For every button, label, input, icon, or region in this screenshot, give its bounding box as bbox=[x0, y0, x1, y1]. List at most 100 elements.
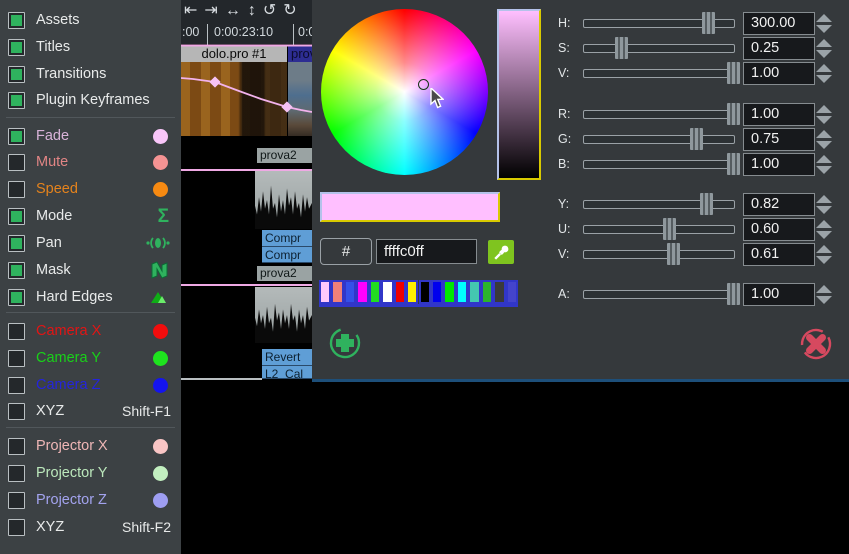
camera-x-checkbox[interactable] bbox=[8, 323, 25, 340]
transitions-checkbox[interactable] bbox=[8, 66, 25, 83]
r-slider[interactable] bbox=[583, 110, 735, 119]
assets-checkbox[interactable] bbox=[8, 12, 25, 29]
v-slider-handle[interactable] bbox=[727, 62, 740, 84]
hue-saturation-wheel[interactable] bbox=[321, 9, 488, 175]
palette-swatch-7[interactable] bbox=[394, 280, 406, 304]
value-gradient-bar[interactable] bbox=[497, 9, 541, 180]
v2-spinner[interactable] bbox=[813, 244, 835, 265]
fade-automation-curve[interactable] bbox=[181, 44, 312, 140]
hex-hash-button[interactable]: # bbox=[320, 238, 372, 265]
fit-height-icon[interactable]: ↕ bbox=[248, 3, 256, 19]
camera-z-checkbox[interactable] bbox=[8, 377, 25, 394]
pan-checkbox[interactable] bbox=[8, 235, 25, 252]
plugin-badge[interactable]: L2_Cal bbox=[262, 366, 312, 379]
palette-swatch-15[interactable] bbox=[493, 280, 505, 304]
plugin-badge[interactable]: Revert bbox=[262, 349, 312, 366]
camera-xyz-checkbox[interactable] bbox=[8, 403, 25, 420]
b-spinner[interactable] bbox=[813, 154, 835, 175]
titles-checkbox[interactable] bbox=[8, 39, 25, 56]
eyedropper-button[interactable] bbox=[488, 240, 514, 264]
s-slider[interactable] bbox=[583, 44, 735, 53]
u-value-field[interactable]: 0.60 bbox=[743, 218, 815, 241]
b-slider[interactable] bbox=[583, 160, 735, 169]
v2-value-field[interactable]: 0.61 bbox=[743, 243, 815, 266]
projector-y-checkbox[interactable] bbox=[8, 465, 25, 482]
h-value-field[interactable]: 300.00 bbox=[743, 12, 815, 35]
v-spinner[interactable] bbox=[813, 63, 835, 84]
hex-color-input[interactable] bbox=[376, 239, 477, 264]
palette-swatch-10[interactable] bbox=[431, 280, 443, 304]
s-slider-handle[interactable] bbox=[615, 37, 628, 59]
palette-swatch-12[interactable] bbox=[456, 280, 468, 304]
mask-checkbox[interactable] bbox=[8, 262, 25, 279]
v2-slider-handle[interactable] bbox=[667, 243, 680, 265]
r-spinner[interactable] bbox=[813, 104, 835, 125]
add-color-button[interactable] bbox=[328, 326, 362, 360]
g-slider-handle[interactable] bbox=[690, 128, 703, 150]
s-value-field[interactable]: 0.25 bbox=[743, 37, 815, 60]
audio-waveform[interactable] bbox=[255, 171, 312, 229]
a-spinner[interactable] bbox=[813, 284, 835, 305]
palette-swatch-14[interactable] bbox=[481, 280, 493, 304]
fit-width-icon[interactable]: ↔ bbox=[225, 3, 241, 19]
projector-x-checkbox[interactable] bbox=[8, 438, 25, 455]
palette-swatch-11[interactable] bbox=[443, 280, 455, 304]
s-spinner[interactable] bbox=[813, 38, 835, 59]
speed-checkbox[interactable] bbox=[8, 181, 25, 198]
h-slider[interactable] bbox=[583, 19, 735, 28]
r-value-field[interactable]: 1.00 bbox=[743, 103, 815, 126]
h-spinner[interactable] bbox=[813, 13, 835, 34]
wheel-selector-ring[interactable] bbox=[418, 79, 429, 90]
a-slider-handle[interactable] bbox=[727, 283, 740, 305]
a-value-field[interactable]: 1.00 bbox=[743, 283, 815, 306]
undo-icon[interactable]: ↺ bbox=[263, 3, 276, 19]
camera-y-checkbox[interactable] bbox=[8, 350, 25, 367]
g-spinner[interactable] bbox=[813, 129, 835, 150]
mode-checkbox[interactable] bbox=[8, 208, 25, 225]
y-slider-handle[interactable] bbox=[700, 193, 713, 215]
audio-waveform[interactable] bbox=[255, 287, 312, 343]
fade-checkbox[interactable] bbox=[8, 128, 25, 145]
v2-slider[interactable] bbox=[583, 250, 735, 259]
b-value-field[interactable]: 1.00 bbox=[743, 153, 815, 176]
plugin-badge[interactable]: Compr bbox=[262, 230, 312, 247]
v-slider[interactable] bbox=[583, 69, 735, 78]
plugin-badge[interactable]: Compr bbox=[262, 247, 312, 263]
u-slider-handle[interactable] bbox=[663, 218, 676, 240]
palette-swatch-16[interactable] bbox=[506, 280, 518, 304]
r-slider-handle[interactable] bbox=[727, 103, 740, 125]
redo-icon[interactable]: ↻ bbox=[283, 3, 296, 19]
projector-z-checkbox[interactable] bbox=[8, 492, 25, 509]
projector-xyz-checkbox[interactable] bbox=[8, 519, 25, 536]
mute-checkbox[interactable] bbox=[8, 154, 25, 171]
palette-swatch-8[interactable] bbox=[406, 280, 418, 304]
y-spinner[interactable] bbox=[813, 194, 835, 215]
close-dialog-button[interactable] bbox=[799, 327, 833, 361]
fade-automation-line[interactable] bbox=[181, 284, 312, 286]
y-value-field[interactable]: 0.82 bbox=[743, 193, 815, 216]
palette-swatch-2[interactable] bbox=[331, 280, 343, 304]
y-slider[interactable] bbox=[583, 200, 735, 209]
palette-swatch-5[interactable] bbox=[369, 280, 381, 304]
audio-clip-label[interactable]: prova2 bbox=[257, 148, 312, 163]
palette-swatch-13[interactable] bbox=[468, 280, 480, 304]
u-spinner[interactable] bbox=[813, 219, 835, 240]
timeline-ruler[interactable]: :00 0:00:23:10 0:0 bbox=[181, 21, 312, 44]
g-slider[interactable] bbox=[583, 135, 735, 144]
a-slider[interactable] bbox=[583, 290, 735, 299]
hard-edges-checkbox[interactable] bbox=[8, 289, 25, 306]
h-slider-handle[interactable] bbox=[702, 12, 715, 34]
palette-swatch-6[interactable] bbox=[381, 280, 393, 304]
palette-swatch-3[interactable] bbox=[344, 280, 356, 304]
audio-clip-label[interactable]: prova2 bbox=[257, 266, 312, 281]
v-value-field[interactable]: 1.00 bbox=[743, 62, 815, 85]
palette-swatch-1[interactable] bbox=[319, 280, 331, 304]
palette-swatch-4[interactable] bbox=[356, 280, 368, 304]
u-slider[interactable] bbox=[583, 225, 735, 234]
palette-swatch-9[interactable] bbox=[419, 280, 431, 304]
plugin-keyframes-checkbox[interactable] bbox=[8, 92, 25, 109]
expand-left-icon[interactable]: ⇤ bbox=[184, 3, 197, 19]
expand-right-icon[interactable]: ⇥ bbox=[204, 3, 217, 19]
b-slider-handle[interactable] bbox=[727, 153, 740, 175]
g-value-field[interactable]: 0.75 bbox=[743, 128, 815, 151]
